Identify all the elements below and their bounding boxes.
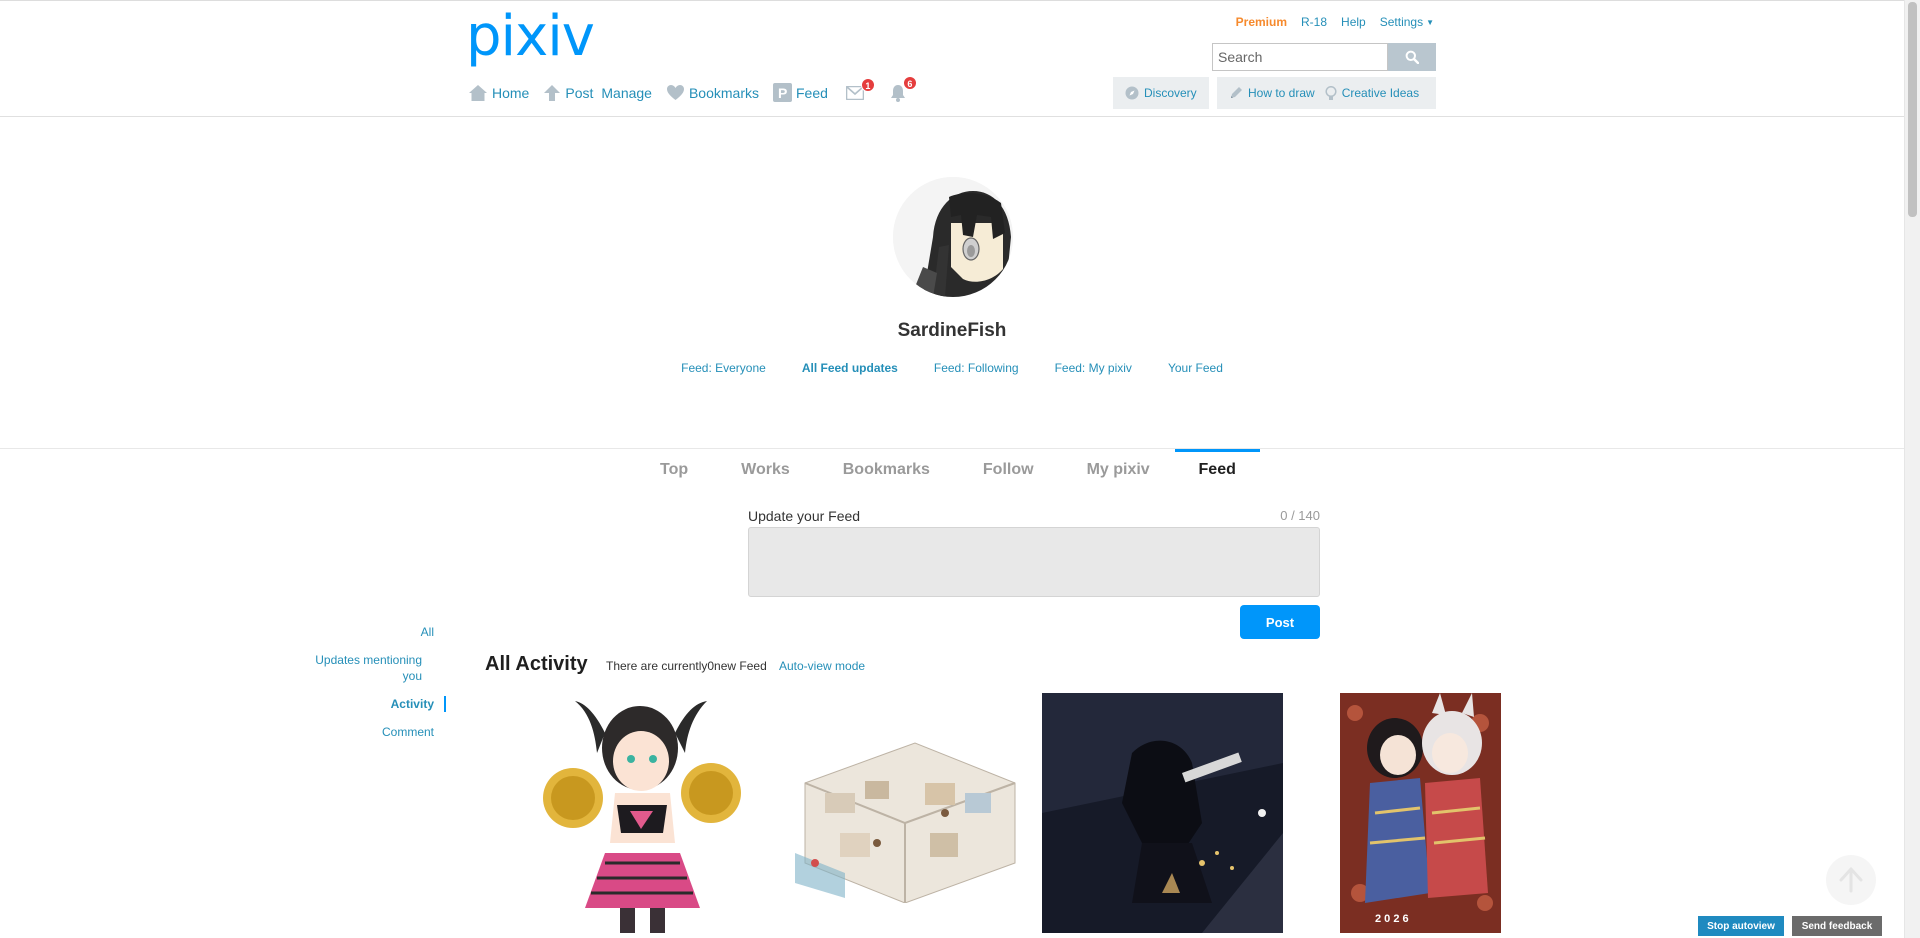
notifications-badge: 6 [902,75,917,90]
thumbnail-overlay-text: 2 0 2 6 [1375,913,1409,925]
main-nav: Home Post Manage Bookmarks P Feed 1 6 [468,75,928,102]
tab-follow[interactable]: Follow [983,449,1034,491]
search-button[interactable] [1388,43,1436,71]
auto-view-mode-link[interactable]: Auto-view mode [779,659,865,673]
profile-username: SardineFish [897,320,1007,341]
feed-everyone-link[interactable]: Feed: Everyone [681,361,766,375]
feed-following-link[interactable]: Feed: Following [934,361,1019,375]
feed-my-pixiv-link[interactable]: Feed: My pixiv [1055,361,1132,375]
how-to-draw-label: How to draw [1248,86,1315,100]
feed-content: Update your Feed 0 / 140 Post All Update… [0,490,1904,938]
avatar-illustration [893,177,1013,297]
tab-top[interactable]: Top [660,449,688,491]
artwork-thumbnail[interactable] [1340,693,1501,933]
stop-autoview-button[interactable]: Stop autoview [1698,916,1784,936]
scroll-to-top-button[interactable] [1826,855,1876,905]
kimono-artwork [1340,693,1501,933]
caret-down-icon: ▼ [1426,18,1434,27]
arrow-up-icon [1839,867,1863,893]
nav-feed-label: Feed [796,84,828,101]
nav-home-label: Home [492,84,530,101]
nav-bookmarks-label: Bookmarks [688,84,759,101]
artwork-thumbnail[interactable] [535,693,750,933]
tab-feed[interactable]: Feed [1174,449,1260,491]
post-button[interactable]: Post [1240,605,1320,639]
send-feedback-button[interactable]: Send feedback [1792,916,1882,936]
night-scene-artwork [1042,693,1283,933]
compass-icon [1125,86,1139,100]
site-header: pixiv Premium R-18 Help Settings▼ Home P… [0,1,1904,117]
profile-tabs: Top Works Bookmarks Follow My pixiv Feed [636,449,1313,491]
heart-icon [666,85,684,100]
messages-badge: 1 [860,77,875,92]
search-box [1212,43,1436,71]
top-links: Premium R-18 Help Settings ▼ [1236,15,1434,29]
new-feed-count: There are currently0new Feed [606,659,767,673]
character-counter: 0 / 140 [1280,508,1320,523]
feed-p-icon: P [773,83,792,102]
feed-update-textarea[interactable] [748,527,1320,597]
pen-icon [1231,87,1242,98]
isometric-house-artwork [785,723,1025,903]
composer-label: Update your Feed [748,508,861,524]
upload-arrow-icon [544,84,561,101]
nav-post-label: Post [565,84,594,101]
artwork-thumbnail[interactable] [1042,693,1283,933]
creative-ideas-link[interactable]: Creative Ideas [1325,85,1420,101]
nav-feed[interactable]: P Feed [773,83,828,102]
search-icon [1405,50,1419,64]
notifications-button[interactable]: 6 [890,75,917,102]
avatar[interactable] [893,177,1013,297]
nav-manage[interactable]: Manage [601,85,652,101]
profile-tabs-bar: Top Works Bookmarks Follow My pixiv Feed [0,448,1904,490]
page-scrollbar[interactable] [1904,0,1920,938]
filter-all[interactable]: All [310,624,446,640]
scrollbar-thumb[interactable] [1908,2,1917,217]
r18-link[interactable]: R-18 [1301,15,1327,29]
help-link[interactable]: Help [1341,15,1366,29]
nav-post[interactable]: Post [543,84,593,102]
settings-label: Settings [1379,15,1424,29]
your-feed-link[interactable]: Your Feed [1168,361,1223,375]
activity-thumbnails: 2 0 2 6 [0,693,1904,938]
creative-ideas-label: Creative Ideas [1341,86,1420,100]
drawing-help-panel: How to draw Creative Ideas [1217,77,1436,109]
artwork-thumbnail[interactable] [785,723,1025,903]
profile-section: SardineFish Feed: Everyone All Feed upda… [0,118,1904,448]
home-icon [469,84,487,101]
all-feed-updates-link[interactable]: All Feed updates [802,361,898,375]
nav-bookmarks[interactable]: Bookmarks [666,84,759,101]
cheerleader-artwork [535,693,750,933]
tab-bookmarks[interactable]: Bookmarks [843,449,930,491]
how-to-draw-link[interactable]: How to draw [1229,86,1315,100]
tab-my-pixiv[interactable]: My pixiv [1087,449,1150,491]
discovery-label: Discovery [1144,86,1197,100]
pixiv-logo[interactable]: pixiv [466,9,595,65]
lightbulb-icon [1325,85,1337,100]
premium-link[interactable]: Premium [1236,15,1287,29]
discovery-panel: Discovery [1113,77,1209,109]
discovery-link[interactable]: Discovery [1125,86,1197,100]
messages-button[interactable]: 1 [845,77,875,100]
filter-mentions[interactable]: Updates mentioning you [310,652,434,684]
tab-works[interactable]: Works [741,449,790,491]
activity-title: All Activity [485,653,588,675]
svg-text:P: P [778,85,787,101]
search-input[interactable] [1212,43,1388,71]
settings-link[interactable]: Settings ▼ [1380,15,1434,29]
nav-home[interactable]: Home [468,84,529,102]
feed-links: Feed: Everyone All Feed updates Feed: Fo… [0,361,1904,375]
